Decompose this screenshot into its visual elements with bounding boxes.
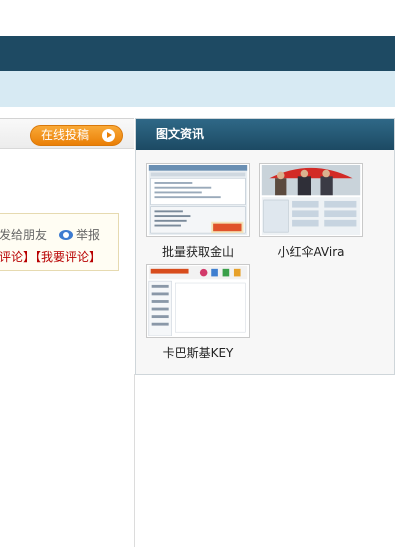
thumbnail-caption[interactable]: 小红伞AVira: [259, 243, 363, 260]
column-divider: [134, 374, 135, 547]
share-to-friend-link[interactable]: 发给朋友: [0, 226, 47, 243]
thumbnail-caption[interactable]: 卡巴斯基KEY: [146, 344, 250, 361]
thumbnail-image[interactable]: [146, 264, 250, 338]
report-label: 举报: [76, 228, 101, 242]
image-news-panel: 图文资讯 批量获取金山 小红伞AVira 卡巴斯基KEY: [135, 118, 395, 375]
article-actions-box: 发给朋友 举报 评论】【我要评论】: [0, 213, 119, 271]
thumbnail-image[interactable]: [259, 163, 363, 237]
eye-icon: [59, 230, 73, 240]
image-news-item[interactable]: 小红伞AVira: [259, 163, 363, 260]
article-toolbar: 在线投稿: [0, 118, 134, 149]
panel-title: 图文资讯: [136, 119, 394, 150]
arrow-right-icon: [102, 129, 115, 142]
online-submit-button[interactable]: 在线投稿: [30, 125, 123, 146]
report-link[interactable]: 举报: [59, 226, 100, 243]
image-news-item[interactable]: 卡巴斯基KEY: [146, 264, 250, 361]
thumbnail-image[interactable]: [146, 163, 250, 237]
thumbnail-caption[interactable]: 批量获取金山: [146, 243, 250, 260]
online-submit-label: 在线投稿: [41, 128, 90, 142]
nav-sub-band: [0, 71, 395, 107]
image-news-item[interactable]: 批量获取金山: [146, 163, 250, 260]
site-header-band: [0, 36, 395, 71]
comment-links[interactable]: 评论】【我要评论】: [0, 248, 101, 265]
page: 在线投稿 发给朋友 举报 评论】【我要评论】 图文资讯 批量获取金山 小红伞AV…: [0, 0, 402, 547]
